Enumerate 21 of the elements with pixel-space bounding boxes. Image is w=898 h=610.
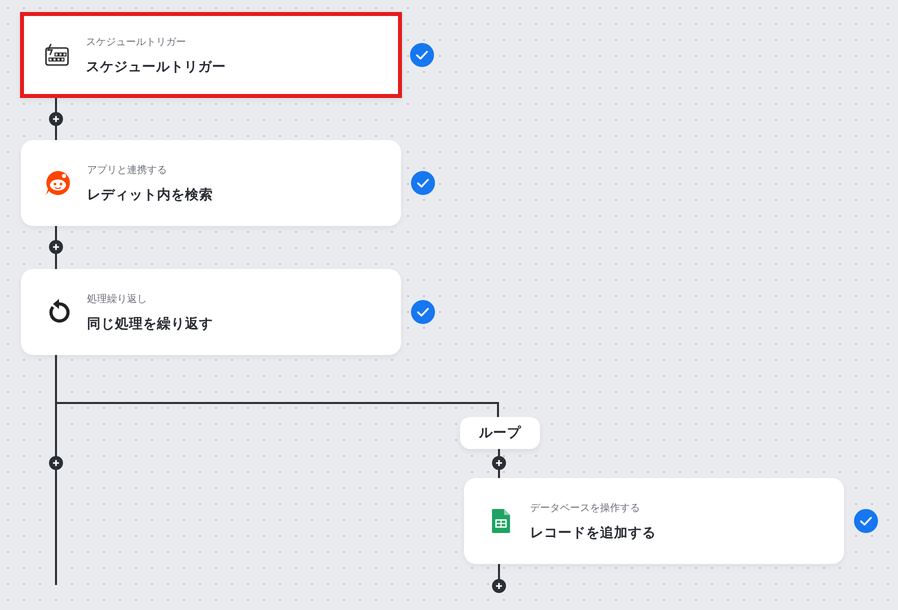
add-step-icon[interactable] — [492, 456, 506, 470]
add-step-icon[interactable] — [49, 456, 63, 470]
loop-label[interactable]: ループ — [460, 417, 540, 449]
step-title: レコードを追加する — [530, 524, 656, 542]
step-category: データベースを操作する — [530, 502, 641, 514]
step-category: アプリと連携する — [87, 164, 168, 176]
add-step-icon[interactable] — [492, 579, 506, 593]
step-title: 同じ処理を繰り返す — [87, 314, 213, 332]
step-title: レディット内を検索 — [87, 186, 213, 204]
step-category: 処理繰り返し — [87, 292, 148, 306]
step-card[interactable]: データベースを操作する レコードを追加する — [464, 478, 844, 564]
add-step-icon[interactable] — [49, 240, 63, 254]
calendar-icon — [44, 43, 70, 67]
step-title: スケジュールトリガー — [86, 58, 226, 76]
step-card[interactable]: 処理繰り返し 同じ処理を繰り返す — [21, 269, 401, 355]
step-card[interactable]: アプリと連携する レディット内を検索 — [21, 140, 401, 226]
spreadsheet-icon — [492, 509, 510, 533]
step-category: スケジュールトリガー — [86, 36, 187, 48]
add-step-icon[interactable] — [49, 112, 63, 126]
step-card[interactable]: スケジュールトリガー スケジュールトリガー — [20, 12, 402, 98]
alien-mascot-icon — [45, 170, 71, 196]
